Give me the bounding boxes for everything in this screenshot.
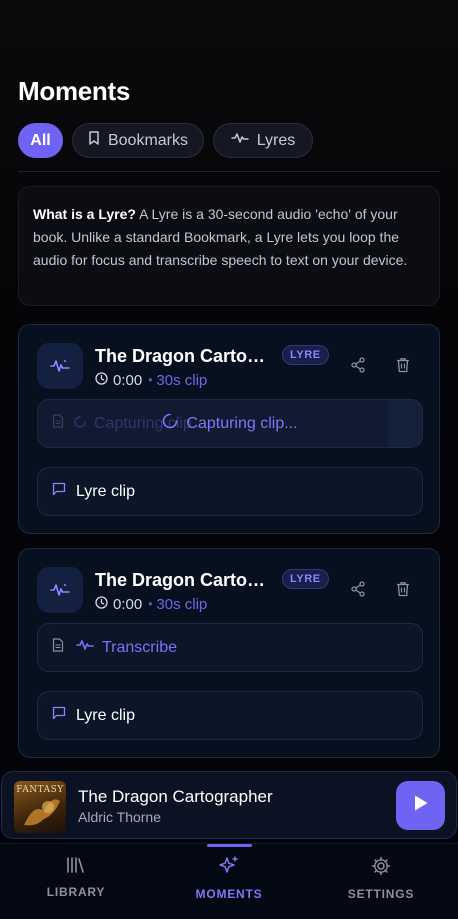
nav-tab-library[interactable]: LIBRARY xyxy=(11,844,141,919)
bottom-nav: LIBRARY MOMENTS SETTINGS xyxy=(0,843,458,919)
moment-meta: 0:00 • 30s clip xyxy=(95,371,207,389)
separator-dot: • xyxy=(148,597,153,611)
info-heading: What is a Lyre? xyxy=(33,206,136,222)
player-author: Aldric Thorne xyxy=(78,809,162,825)
separator-dot: • xyxy=(148,373,153,387)
clock-icon xyxy=(95,371,108,389)
filter-chip-lyres[interactable]: Lyres xyxy=(213,123,313,158)
player-title: The Dragon Cartographer xyxy=(78,787,273,806)
transcribe-button[interactable]: Transcribe xyxy=(37,623,423,672)
moment-title: The Dragon Cartographer xyxy=(95,346,275,366)
lyre-waveform-icon xyxy=(37,343,83,389)
waveform-icon xyxy=(76,638,94,657)
lyre-badge: LYRE xyxy=(282,345,329,365)
lyre-waveform-icon xyxy=(37,567,83,613)
lyre-clip-button[interactable]: Lyre clip xyxy=(37,467,423,516)
lyre-clip-content: Lyre clip xyxy=(52,692,135,739)
moment-time: 0:00 xyxy=(113,595,143,613)
transcribe-content: Transcribe xyxy=(52,624,177,671)
clock-icon xyxy=(95,595,108,613)
moment-title: The Dragon Cartographer xyxy=(95,570,275,590)
comment-icon xyxy=(52,482,66,501)
trash-icon xyxy=(396,581,410,602)
capturing-overlay: Capturing clip... xyxy=(38,400,422,447)
lyre-badge: LYRE xyxy=(282,569,329,589)
moments-screen: Moments All Bookmarks Lyres What is a Ly… xyxy=(0,0,458,919)
moment-meta: 0:00 • 30s clip xyxy=(95,595,207,613)
filter-chip-label: Lyres xyxy=(256,131,296,149)
delete-button[interactable] xyxy=(392,356,414,378)
moment-time: 0:00 xyxy=(113,371,143,389)
divider xyxy=(18,171,440,172)
play-button[interactable] xyxy=(396,781,445,830)
trash-icon xyxy=(396,357,410,378)
bookmark-icon xyxy=(88,131,108,150)
lyre-clip-button[interactable]: Lyre clip xyxy=(37,691,423,740)
document-icon xyxy=(52,638,64,657)
mini-player[interactable]: FANTASY The Dragon Cartographer Aldric T… xyxy=(1,771,457,839)
share-icon xyxy=(350,580,366,602)
lyre-clip-label: Lyre clip xyxy=(76,482,135,500)
delete-button[interactable] xyxy=(392,580,414,602)
transcribe-label: Transcribe xyxy=(102,638,177,656)
filter-chip-label: Bookmarks xyxy=(107,131,189,149)
lyre-clip-label: Lyre clip xyxy=(76,706,135,724)
moment-card[interactable]: The Dragon Cartographer LYRE 0:00 • 30s … xyxy=(18,324,440,534)
filter-chip-all[interactable]: All xyxy=(18,123,63,158)
share-icon xyxy=(350,356,366,378)
book-cover: FANTASY xyxy=(14,781,66,833)
gear-icon xyxy=(371,856,391,881)
nav-tab-moments[interactable]: MOMENTS xyxy=(164,844,294,919)
page-title: Moments xyxy=(18,76,131,106)
lyre-info-box: What is a Lyre? A Lyre is a 30-second au… xyxy=(18,186,440,306)
waveform-icon xyxy=(230,131,257,150)
clip-length: 30s clip xyxy=(156,595,208,613)
sparkle-icon xyxy=(218,856,240,881)
nav-label: MOMENTS xyxy=(195,887,263,901)
lyre-clip-content: Lyre clip xyxy=(52,468,135,515)
spinner-icon xyxy=(162,413,186,434)
nav-label: SETTINGS xyxy=(347,887,415,901)
nav-label: LIBRARY xyxy=(46,885,106,899)
moment-card[interactable]: The Dragon Cartographer LYRE 0:00 • 30s … xyxy=(18,548,440,758)
play-icon xyxy=(413,794,429,817)
capturing-label: Capturing clip... xyxy=(186,414,298,432)
nav-tab-settings[interactable]: SETTINGS xyxy=(316,844,446,919)
filter-chip-label: All xyxy=(30,131,51,149)
share-button[interactable] xyxy=(347,580,369,602)
library-icon xyxy=(66,856,86,879)
share-button[interactable] xyxy=(347,356,369,378)
capturing-clip-button[interactable]: Capturing clip... Capturing clip... xyxy=(37,399,423,448)
clip-length: 30s clip xyxy=(156,371,208,389)
filter-chip-bookmarks[interactable]: Bookmarks xyxy=(72,123,204,158)
comment-icon xyxy=(52,706,66,725)
